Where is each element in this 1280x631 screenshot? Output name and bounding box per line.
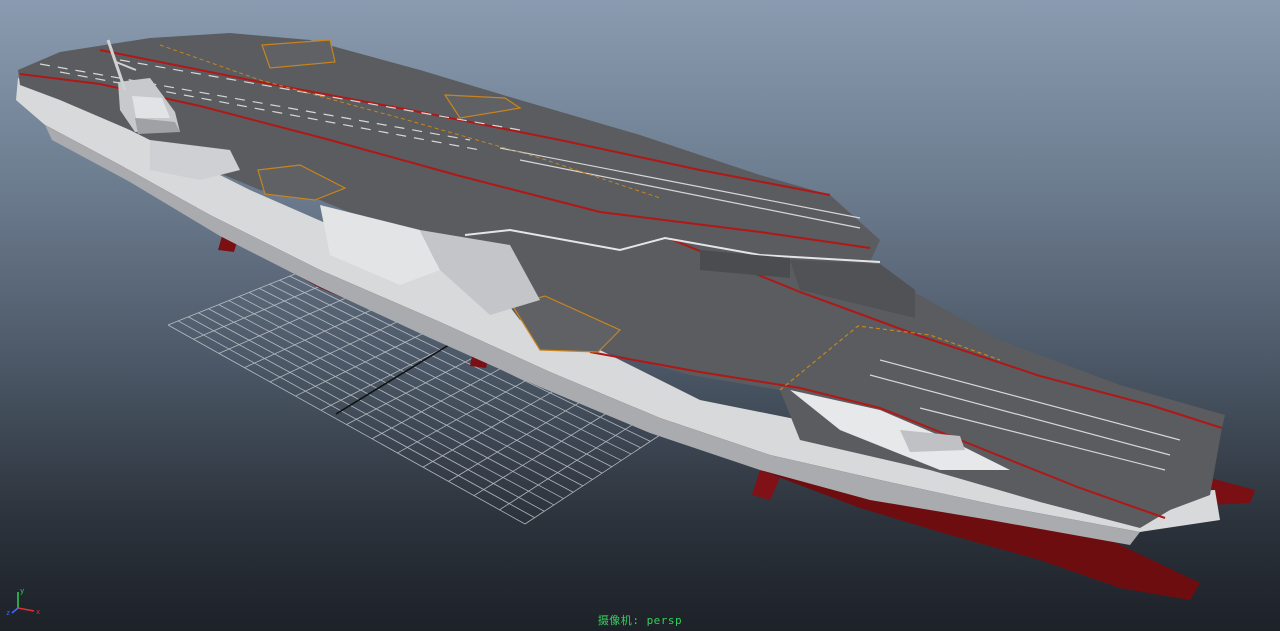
camera-name-label: 摄像机: persp <box>0 614 1280 627</box>
y-axis-label: y <box>20 587 24 595</box>
z-axis-line <box>11 607 19 614</box>
camera-separator: : <box>632 614 647 627</box>
maya-perspective-viewport[interactable]: y x z 摄像机: persp <box>0 0 1280 631</box>
camera-name: persp <box>646 614 683 627</box>
grid-line <box>499 422 636 511</box>
flight-deck <box>18 33 1225 528</box>
x-axis-line <box>17 607 35 612</box>
carrier-scene[interactable] <box>0 0 1280 631</box>
axis-gizmo: y x z <box>6 587 40 616</box>
camera-prefix: 摄像机 <box>597 614 633 627</box>
grid-line <box>524 434 661 525</box>
